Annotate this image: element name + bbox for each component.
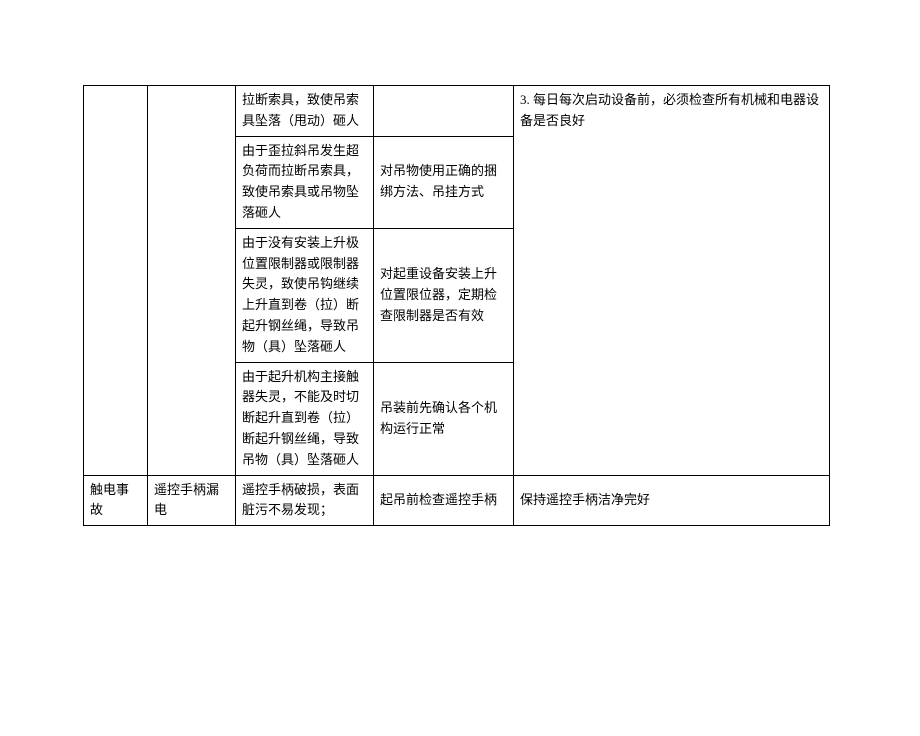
cell-control: 吊装前先确认各个机构运行正常	[374, 362, 514, 475]
cell-cause: 由于起升机构主接触器失灵，不能及时切断起升直到卷（拉）断起升钢丝绳，导致吊物（具…	[236, 362, 374, 475]
cell-control: 对吊物使用正确的捆绑方法、吊挂方式	[374, 136, 514, 228]
cell-col1	[84, 86, 148, 476]
cell-control: 起吊前检查遥控手柄	[374, 475, 514, 526]
cell-cause: 由于没有安装上升极位置限制器或限制器失灵，致使吊钩继续上升直到卷（拉）断起升钢丝…	[236, 228, 374, 362]
table-row: 触电事故 遥控手柄漏电 遥控手柄破损，表面脏污不易发现； 起吊前检查遥控手柄 保…	[84, 475, 830, 526]
safety-table: 拉断索具，致使吊索具坠落（甩动）砸人 3. 每日每次启动设备前，必须检查所有机械…	[83, 85, 830, 526]
cell-note: 保持遥控手柄洁净完好	[514, 475, 830, 526]
cell-accident-type: 触电事故	[84, 475, 148, 526]
cell-cause: 由于歪拉斜吊发生超负荷而拉断吊索具，致使吊索具或吊物坠落砸人	[236, 136, 374, 228]
cell-col2	[148, 86, 236, 476]
cell-control	[374, 86, 514, 137]
cell-hazard: 遥控手柄漏电	[148, 475, 236, 526]
cell-note: 3. 每日每次启动设备前，必须检查所有机械和电器设备是否良好	[514, 86, 830, 476]
cell-cause: 拉断索具，致使吊索具坠落（甩动）砸人	[236, 86, 374, 137]
cell-cause: 遥控手柄破损，表面脏污不易发现；	[236, 475, 374, 526]
table-row: 拉断索具，致使吊索具坠落（甩动）砸人 3. 每日每次启动设备前，必须检查所有机械…	[84, 86, 830, 137]
cell-control: 对起重设备安装上升位置限位器，定期检查限制器是否有效	[374, 228, 514, 362]
document-page: 拉断索具，致使吊索具坠落（甩动）砸人 3. 每日每次启动设备前，必须检查所有机械…	[0, 85, 920, 736]
